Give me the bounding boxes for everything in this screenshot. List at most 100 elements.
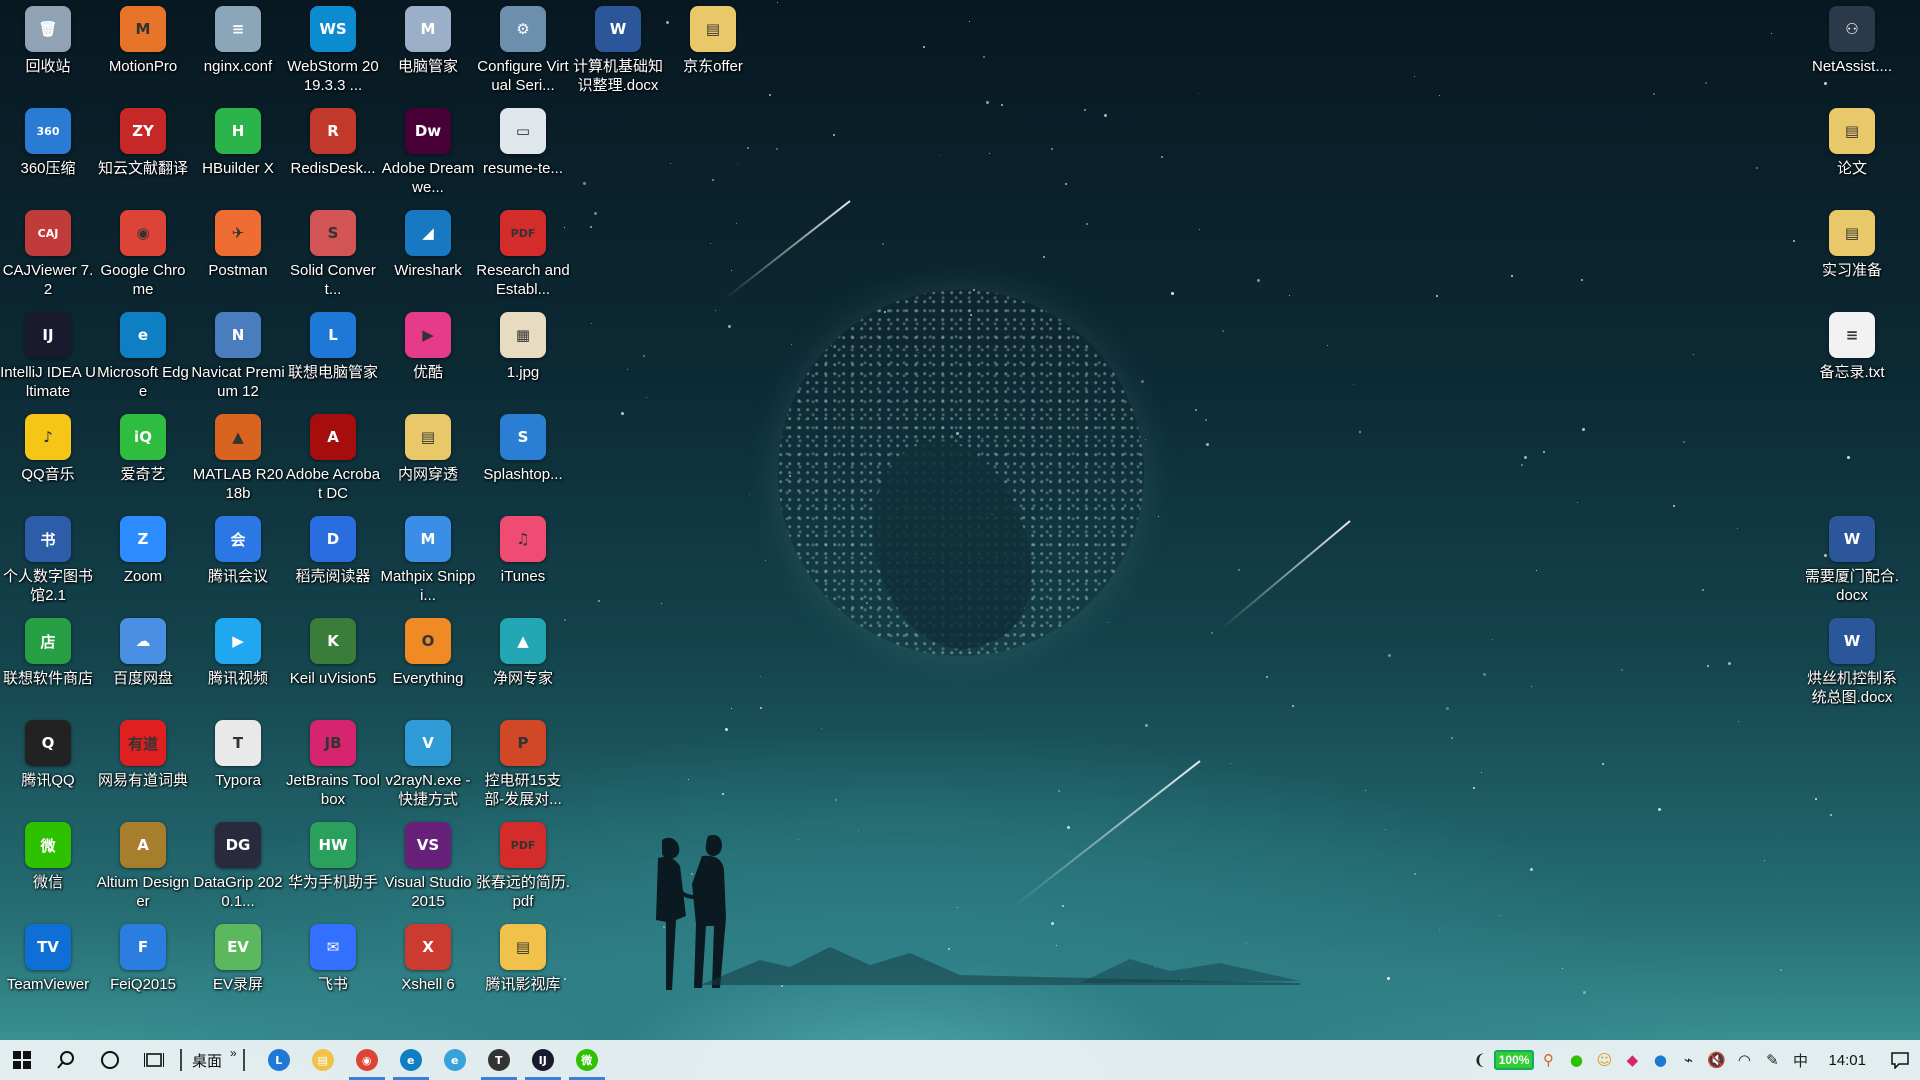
desktop-icon[interactable]: 书个人数字图书馆2.1 (0, 510, 96, 612)
desktop-icon[interactable]: ⚇ NetAssist.... (1804, 0, 1900, 102)
xshell-icon: X (405, 924, 451, 970)
desktop-icon[interactable]: ▭ resume-te... (475, 102, 571, 204)
desktop-icon[interactable]: ⚙ Configure Virtual Seri... (475, 0, 571, 102)
task-view-button[interactable] (132, 1040, 176, 1080)
desktop-icon[interactable]: ✈ Postman (190, 204, 286, 306)
desktop-icon[interactable]: Vv2rayN.exe - 快捷方式 (380, 714, 476, 816)
taskbar-app-button[interactable]: e (389, 1040, 433, 1080)
pen-tray-icon[interactable]: ❨ (1466, 1040, 1494, 1080)
desktop-icon[interactable]: ▶ 腾讯视频 (190, 612, 286, 714)
desktop-icon[interactable]: iQ 爱奇艺 (95, 408, 191, 510)
taskbar-app-button[interactable]: ◉ (345, 1040, 389, 1080)
desktop-icon[interactable]: K Keil uVision5 (285, 612, 381, 714)
ime-indicator[interactable]: 中 (1786, 1040, 1814, 1080)
jetbrains-tray-icon[interactable]: ◆ (1618, 1040, 1646, 1080)
desktop-icon[interactable]: R RedisDesk... (285, 102, 381, 204)
desktop-icon[interactable]: S Solid Convert... (285, 204, 381, 306)
toolbar-more-chevron[interactable]: » (228, 1046, 239, 1060)
desktop-icon[interactable]: ≡ 备忘录.txt (1804, 306, 1900, 408)
desktop-icon[interactable]: ▦ 1.jpg (475, 306, 571, 408)
desktop-icon[interactable]: ◉ Google Chrome (95, 204, 191, 306)
desktop-icon[interactable]: P 控电研15支部-发展对... (475, 714, 571, 816)
desktop-icon[interactable]: W 烘丝机控制系统总图.docx (1804, 612, 1900, 714)
desktop-icon[interactable]: Z Zoom (95, 510, 191, 612)
desktop-icon[interactable]: M 电脑管家 (380, 0, 476, 102)
desktop-icon[interactable]: ▤ 实习准备 (1804, 204, 1900, 306)
taskbar-app-button[interactable]: IJ (521, 1040, 565, 1080)
desktop-icon[interactable]: TV TeamViewer (0, 918, 96, 1020)
desktop-icon[interactable]: ▤ 论文 (1804, 102, 1900, 204)
desktop-icon[interactable]: ≡ nginx.conf (190, 0, 286, 102)
power-plug-icon[interactable]: ⌁ (1674, 1040, 1702, 1080)
desktop-icon[interactable]: Q 腾讯QQ (0, 714, 96, 816)
start-button[interactable] (0, 1040, 44, 1080)
desktop-icon[interactable]: F FeiQ2015 (95, 918, 191, 1020)
notification-center-icon[interactable] (1880, 1040, 1920, 1080)
desktop-icon[interactable]: ZY 知云文献翻译 (95, 102, 191, 204)
desktop-icon[interactable]: W 需要厦门配合.docx (1804, 510, 1900, 612)
taskbar-app-button[interactable]: e (433, 1040, 477, 1080)
desktop-icon[interactable]: ▤ 内网穿透 (380, 408, 476, 510)
desktop-icon[interactable]: DG DataGrip 2020.1... (190, 816, 286, 918)
desktop-icon[interactable]: e Microsoft Edge (95, 306, 191, 408)
desktop-icon[interactable]: PDF Research and Establ... (475, 204, 571, 306)
taskbar-app-button[interactable]: L (257, 1040, 301, 1080)
pen-workspace-icon[interactable]: ✎ (1758, 1040, 1786, 1080)
desktop-icon[interactable]: VS Visual Studio 2015 (380, 816, 476, 918)
desktop-icon[interactable]: 🗑 回收站 (0, 0, 96, 102)
desktop-icon[interactable]: ✉ 飞书 (285, 918, 381, 1020)
search-tray-icon[interactable]: ⚲ (1534, 1040, 1562, 1080)
taskbar-toolbar-handle[interactable] (180, 1049, 182, 1071)
desktop-icon[interactable]: T Typora (190, 714, 286, 816)
search-button[interactable] (44, 1040, 88, 1080)
desktop-icon[interactable]: D 稻壳阅读器 (285, 510, 381, 612)
desktop-icon[interactable]: 会腾讯会议 (190, 510, 286, 612)
wifi-icon[interactable]: ◠ (1730, 1040, 1758, 1080)
taskbar-app-button[interactable]: ▤ (301, 1040, 345, 1080)
desktop-icon[interactable]: EV EV录屏 (190, 918, 286, 1020)
desktop-icon[interactable]: S Splashtop... (475, 408, 571, 510)
desktop-icon[interactable]: H HBuilder X (190, 102, 286, 204)
desktop-icon[interactable]: ♪ QQ音乐 (0, 408, 96, 510)
desktop-icon[interactable]: ▤ 腾讯影视库 (475, 918, 571, 1020)
desktop-icon[interactable]: 微微信 (0, 816, 96, 918)
desktop-icon[interactable]: ♫ iTunes (475, 510, 571, 612)
qq-tray-icon[interactable]: ☺ (1590, 1040, 1618, 1080)
desktop-icon[interactable]: IJ IntelliJ IDEA Ultimate (0, 306, 96, 408)
desktop-icon[interactable]: X Xshell 6 (380, 918, 476, 1020)
desktop-icon[interactable]: M MotionPro (95, 0, 191, 102)
star (835, 799, 837, 801)
desktop-icon[interactable]: ▲ MATLAB R2018b (190, 408, 286, 510)
desktop-icon[interactable]: CAJ CAJViewer 7.2 (0, 204, 96, 306)
desktop-icon[interactable]: ▲ 净网专家 (475, 612, 571, 714)
taskbar-app-button[interactable]: T (477, 1040, 521, 1080)
desktop-icon[interactable]: O Everything (380, 612, 476, 714)
desktop-icon[interactable]: ▶ 优酷 (380, 306, 476, 408)
desktop-icon[interactable]: 有道 网易有道词典 (95, 714, 191, 816)
clock[interactable]: 14:01 (1814, 1052, 1880, 1069)
desktop-icon[interactable]: L 联想电脑管家 (285, 306, 381, 408)
desktop-icon[interactable]: ▤ 京东offer (665, 0, 761, 102)
desktop-icon[interactable]: A Altium Designer (95, 816, 191, 918)
wechat-tray-icon[interactable]: ● (1562, 1040, 1590, 1080)
desktop-icon[interactable]: HW 华为手机助手 (285, 816, 381, 918)
desktop-icon[interactable]: 店联想软件商店 (0, 612, 96, 714)
desktop-icon[interactable]: A Adobe Acrobat DC (285, 408, 381, 510)
desktop-toolbar-label[interactable]: 桌面 (186, 1050, 228, 1071)
battery-indicator[interactable]: 100% (1493, 1050, 1535, 1070)
star (969, 21, 970, 22)
desktop-icon[interactable]: N Navicat Premium 12 (190, 306, 286, 408)
cortana-button[interactable] (88, 1040, 132, 1080)
desktop-icon[interactable]: 360 360压缩 (0, 102, 96, 204)
desktop-icon[interactable]: PDF 张春远的简历.pdf (475, 816, 571, 918)
volume-muted-icon[interactable]: 🔇 (1702, 1040, 1730, 1080)
desktop-icon[interactable]: Dw Adobe Dreamwe... (380, 102, 476, 204)
desktop-icon[interactable]: W 计算机基础知识整理.docx (570, 0, 666, 102)
desktop-icon[interactable]: JB JetBrains Toolbox (285, 714, 381, 816)
desktop-icon[interactable]: ◢ Wireshark (380, 204, 476, 306)
desktop-icon[interactable]: WS WebStorm 2019.3.3 ... (285, 0, 381, 102)
lenovo-tray-icon[interactable]: ● (1646, 1040, 1674, 1080)
desktop-icon[interactable]: M Mathpix Snippi... (380, 510, 476, 612)
desktop-icon[interactable]: ☁ 百度网盘 (95, 612, 191, 714)
taskbar-app-button[interactable]: 微 (565, 1040, 609, 1080)
